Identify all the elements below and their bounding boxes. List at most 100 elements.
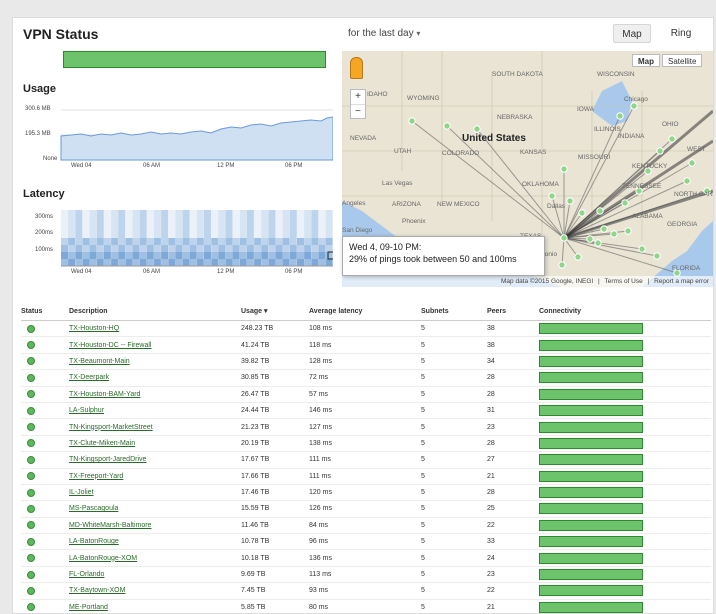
latency-heatmap-cell[interactable] xyxy=(311,231,319,238)
latency-heatmap-cell[interactable] xyxy=(297,224,304,231)
site-link[interactable]: TX-Houston-DC -- Firewall xyxy=(69,342,151,349)
latency-heatmap-cell[interactable] xyxy=(61,224,68,231)
latency-heatmap-cell[interactable] xyxy=(254,217,262,224)
latency-heatmap-cell[interactable] xyxy=(103,224,111,231)
vpn-node[interactable] xyxy=(473,125,481,133)
latency-heatmap-cell[interactable] xyxy=(211,224,219,231)
latency-heatmap-cell[interactable] xyxy=(318,259,326,266)
latency-heatmap-cell[interactable] xyxy=(96,252,104,259)
latency-heatmap-cell[interactable] xyxy=(239,238,247,245)
latency-heatmap-cell[interactable] xyxy=(125,238,133,245)
latency-heatmap-cell[interactable] xyxy=(289,259,297,266)
latency-heatmap-cell[interactable] xyxy=(182,210,190,217)
latency-heatmap-cell[interactable] xyxy=(111,231,119,238)
col-peers-header[interactable]: Peers xyxy=(487,302,539,321)
latency-heatmap-cell[interactable] xyxy=(96,238,104,245)
latency-heatmap-cell[interactable] xyxy=(239,245,247,252)
latency-heatmap-cell[interactable] xyxy=(161,245,169,252)
latency-heatmap-cell[interactable] xyxy=(325,238,333,245)
site-link[interactable]: LA-BatonRouge xyxy=(69,538,119,545)
vpn-node[interactable] xyxy=(630,102,638,110)
latency-heatmap-cell[interactable] xyxy=(139,224,147,231)
latency-heatmap-cell[interactable] xyxy=(246,259,254,266)
latency-heatmap-cell[interactable] xyxy=(125,224,133,231)
latency-heatmap-cell[interactable] xyxy=(204,259,211,266)
latency-heatmap-cell[interactable] xyxy=(289,210,297,217)
latency-heatmap-cell[interactable] xyxy=(204,245,211,252)
latency-heatmap-cell[interactable] xyxy=(196,217,204,224)
table-row[interactable]: TX-Houston-BAM-Yard 26.47 TB 57 ms 5 28 xyxy=(21,386,711,403)
latency-heatmap-cell[interactable] xyxy=(325,245,333,252)
latency-heatmap-cell[interactable] xyxy=(118,210,126,217)
latency-heatmap-cell[interactable] xyxy=(261,245,269,252)
latency-heatmap-cell[interactable] xyxy=(196,231,204,238)
latency-heatmap-cell[interactable] xyxy=(82,231,90,238)
latency-heatmap-cell[interactable] xyxy=(161,231,169,238)
latency-heatmap-cell[interactable] xyxy=(189,210,197,217)
latency-heatmap-cell[interactable] xyxy=(225,245,233,252)
latency-heatmap-cell[interactable] xyxy=(218,224,226,231)
latency-heatmap-cell[interactable] xyxy=(211,259,219,266)
table-row[interactable]: TX-Houston-HQ 248.23 TB 108 ms 5 38 xyxy=(21,320,711,338)
latency-heatmap-cell[interactable] xyxy=(189,231,197,238)
latency-heatmap-cell[interactable] xyxy=(268,217,276,224)
latency-heatmap-cell[interactable] xyxy=(225,259,233,266)
table-row[interactable]: TN-Kingsport-MarketStreet 21.23 TB 127 ms 5… xyxy=(21,418,711,436)
latency-heatmap-cell[interactable] xyxy=(168,238,176,245)
latency-heatmap-cell[interactable] xyxy=(261,224,269,231)
col-subnets-header[interactable]: Subnets xyxy=(421,302,487,321)
latency-heatmap-cell[interactable] xyxy=(254,252,262,259)
latency-heatmap-cell[interactable] xyxy=(318,238,326,245)
vpn-node[interactable] xyxy=(574,253,582,261)
latency-heatmap-cell[interactable] xyxy=(196,252,204,259)
latency-heatmap-cell[interactable] xyxy=(282,238,290,245)
table-row[interactable]: TX-Baytown-XOM 7.45 TB 93 ms 5 22 xyxy=(21,582,711,600)
latency-heatmap-cell[interactable] xyxy=(68,210,76,217)
latency-heatmap-cell[interactable] xyxy=(68,224,76,231)
table-row[interactable]: LA-BatonRouge-XOM 10.18 TB 136 ms 5 24 xyxy=(21,549,711,567)
latency-heatmap-cell[interactable] xyxy=(175,210,183,217)
latency-heatmap-cell[interactable] xyxy=(304,252,312,259)
latency-heatmap-cell[interactable] xyxy=(289,217,297,224)
site-link[interactable]: LA-BatonRouge-XOM xyxy=(69,555,137,562)
latency-heatmap-cell[interactable] xyxy=(75,217,83,224)
latency-heatmap-cell[interactable] xyxy=(153,217,161,224)
latency-heatmap-cell[interactable] xyxy=(268,210,276,217)
latency-heatmap-cell[interactable] xyxy=(304,217,312,224)
latency-heatmap-cell[interactable] xyxy=(232,252,240,259)
street-view-pegman-icon[interactable] xyxy=(350,57,363,79)
latency-heatmap-cell[interactable] xyxy=(75,210,83,217)
latency-heatmap-cell[interactable] xyxy=(132,252,140,259)
col-status-header[interactable]: Status xyxy=(21,302,69,321)
latency-heatmap-cell[interactable] xyxy=(118,217,126,224)
latency-heatmap-cell[interactable] xyxy=(261,210,269,217)
latency-heatmap-cell[interactable] xyxy=(268,238,276,245)
latency-heatmap-cell[interactable] xyxy=(275,238,283,245)
vpn-node[interactable] xyxy=(566,197,574,205)
site-link[interactable]: LA-Sulphur xyxy=(69,407,104,414)
latency-heatmap-cell[interactable] xyxy=(168,245,176,252)
latency-heatmap-cell[interactable] xyxy=(311,252,319,259)
latency-heatmap-cell[interactable] xyxy=(261,252,269,259)
latency-heatmap-cell[interactable] xyxy=(239,224,247,231)
site-link[interactable]: TX-Freeport-Yard xyxy=(69,473,123,480)
latency-heatmap-cell[interactable] xyxy=(282,252,290,259)
latency-heatmap-cell[interactable] xyxy=(268,259,276,266)
latency-heatmap-cell[interactable] xyxy=(232,210,240,217)
latency-heatmap-cell[interactable] xyxy=(275,252,283,259)
latency-heatmap-cell[interactable] xyxy=(254,210,262,217)
latency-heatmap-cell[interactable] xyxy=(125,231,133,238)
latency-heatmap-cell[interactable] xyxy=(304,224,312,231)
latency-heatmap-cell[interactable] xyxy=(103,210,111,217)
latency-heatmap-cell[interactable] xyxy=(182,252,190,259)
latency-heatmap-cell[interactable] xyxy=(204,224,211,231)
latency-heatmap-cell[interactable] xyxy=(318,210,326,217)
latency-heatmap-cell[interactable] xyxy=(153,224,161,231)
zoom-in-icon[interactable]: + xyxy=(351,90,365,104)
latency-heatmap-cell[interactable] xyxy=(139,231,147,238)
latency-heatmap-cell[interactable] xyxy=(232,224,240,231)
ring-view-button[interactable]: Ring xyxy=(663,24,699,43)
latency-heatmap-cell[interactable] xyxy=(168,210,176,217)
latency-heatmap-cell[interactable] xyxy=(204,231,211,238)
latency-heatmap-cell[interactable] xyxy=(196,245,204,252)
